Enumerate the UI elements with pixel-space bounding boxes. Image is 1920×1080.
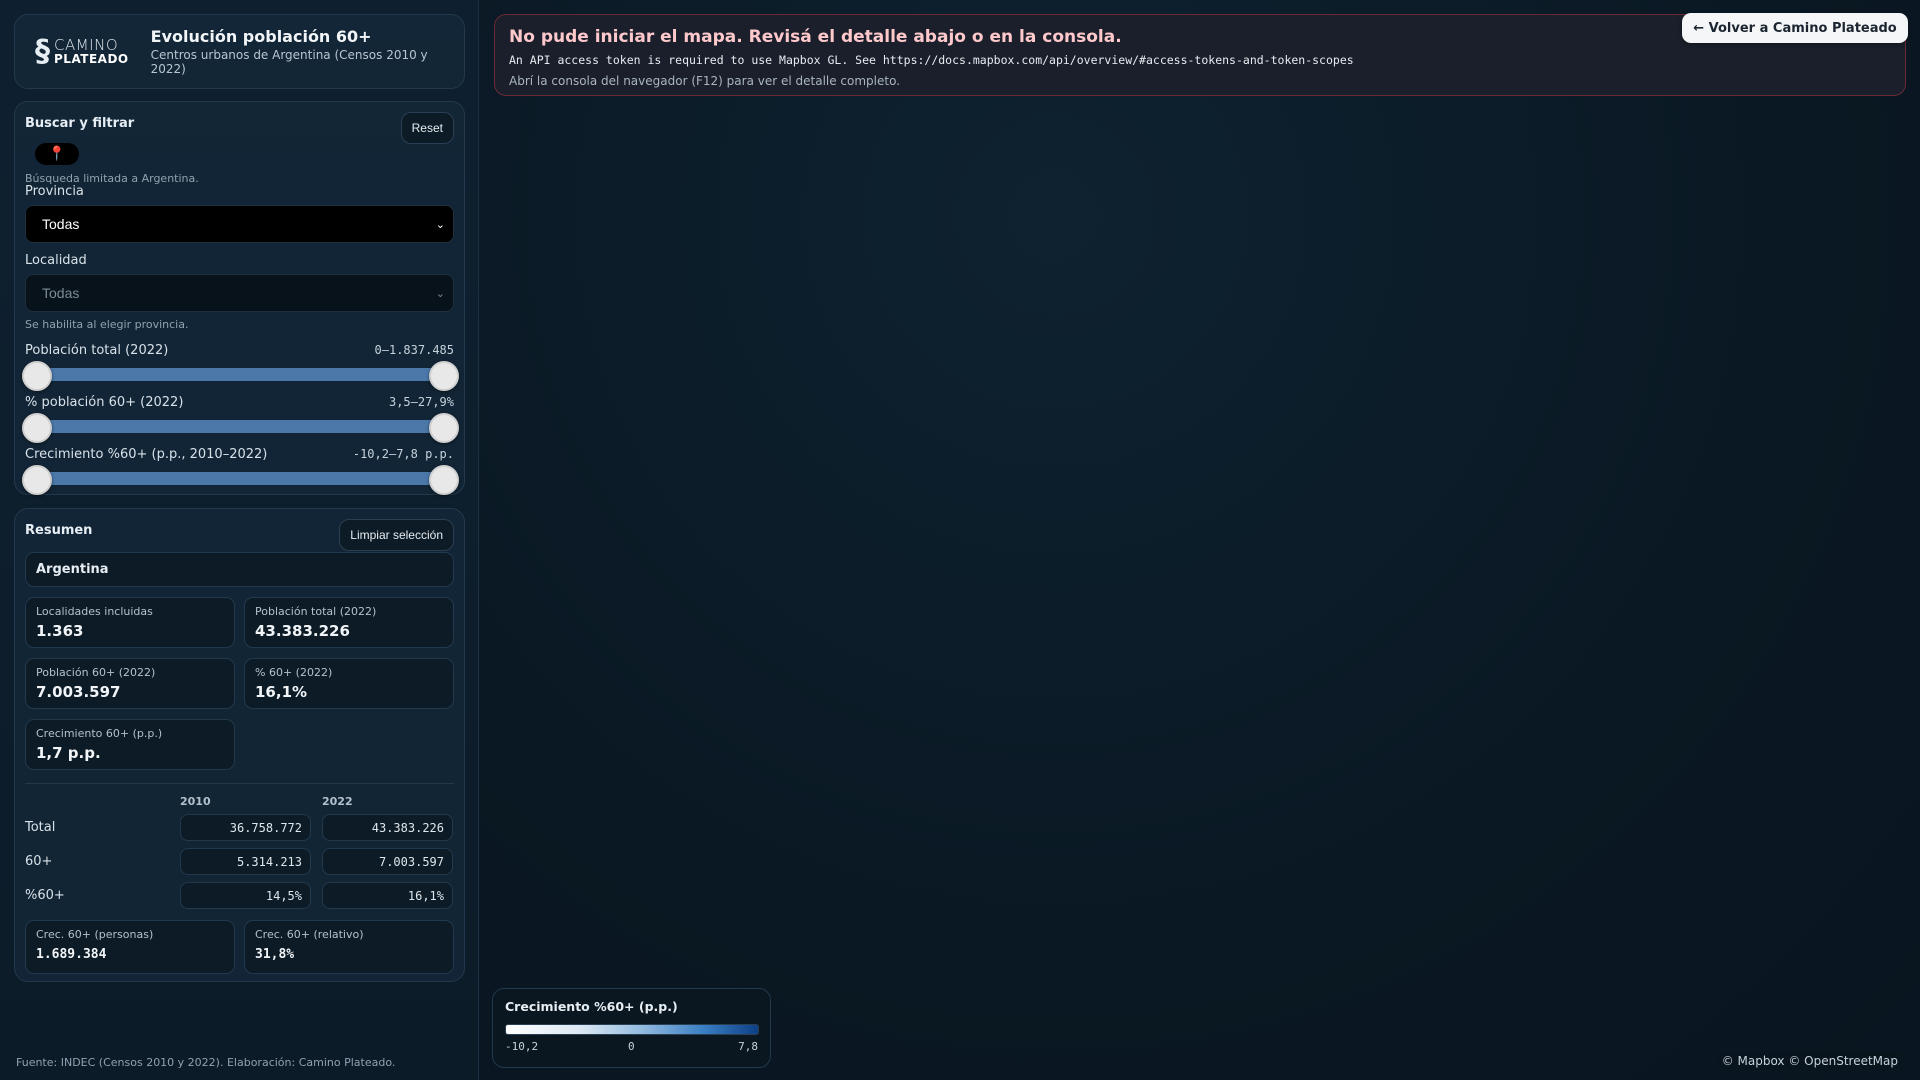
geocoder-search[interactable]: 📍 <box>35 143 79 165</box>
legend-title: Crecimiento %60+ (p.p.) <box>505 999 678 1014</box>
range-label: % población 60+ (2022) <box>25 395 184 410</box>
provincia-select[interactable]: Todas ⌄ <box>25 205 454 243</box>
stat-poblacion-total: Población total (2022) 43.383.226 <box>244 597 454 648</box>
range-value: 0–1.837.485 <box>374 343 454 357</box>
summary-card: Resumen Limpiar selección Argentina Loca… <box>14 508 465 982</box>
legend-mid: 0 <box>628 1040 635 1053</box>
slider-max-handle[interactable] <box>429 361 459 391</box>
slider-max-handle[interactable] <box>429 465 459 495</box>
table-cell: 5.314.213 <box>180 848 311 875</box>
header-card: § CAMINO PLATEADO Evolución población 60… <box>14 14 465 89</box>
crecimiento-slider[interactable] <box>22 465 459 495</box>
stat-porcentaje-60: % 60+ (2022) 16,1% <box>244 658 454 709</box>
range-label: Crecimiento %60+ (p.p., 2010–2022) <box>25 447 268 462</box>
legend-max: 7,8 <box>738 1040 758 1053</box>
filters-card: Buscar y filtrar Reset 📍 Búsqueda limita… <box>14 101 465 495</box>
range-label: Población total (2022) <box>25 343 169 358</box>
page-subtitle: Centros urbanos de Argentina (Censos 201… <box>150 47 428 76</box>
localidad-label: Localidad <box>25 253 87 268</box>
porcentaje-slider[interactable] <box>22 413 459 443</box>
map-pin-icon: 📍 <box>48 146 66 162</box>
selected-region: Argentina <box>25 552 454 587</box>
stat-poblacion-60: Población 60+ (2022) 7.003.597 <box>25 658 235 709</box>
row-label: %60+ <box>25 888 65 903</box>
localidad-select[interactable]: Todas ⌄ <box>25 274 454 312</box>
camino-plateado-logo[interactable]: § CAMINO PLATEADO <box>35 33 129 69</box>
map-attribution[interactable]: © Mapbox © OpenStreetMap <box>1717 1052 1902 1070</box>
range-value: 3,5–27,9% <box>388 395 454 409</box>
provincia-label: Provincia <box>25 184 84 199</box>
range-poblacion: Población total (2022) 0–1.837.485 <box>25 343 454 363</box>
slider-min-handle[interactable] <box>22 413 52 443</box>
error-message: An API access token is required to use M… <box>509 53 1354 67</box>
row-label: Total <box>25 820 56 835</box>
stat-crecimiento: Crecimiento 60+ (p.p.) 1,7 p.p. <box>25 719 235 770</box>
slider-min-handle[interactable] <box>22 361 52 391</box>
error-hint: Abrí la consola del navegador (F12) para… <box>509 74 901 88</box>
chevron-down-icon: ⌄ <box>435 218 445 231</box>
summary-title: Resumen <box>25 523 93 538</box>
localidad-note: Se habilita al elegir provincia. <box>25 318 189 331</box>
poblacion-slider[interactable] <box>22 361 459 391</box>
page-title: Evolución población 60+ <box>150 26 372 46</box>
row-label: 60+ <box>25 854 53 869</box>
divider <box>25 783 454 784</box>
table-cell: 16,1% <box>322 882 453 909</box>
stat-localidades: Localidades incluidas 1.363 <box>25 597 235 648</box>
map-legend: Crecimiento %60+ (p.p.) -10,2 0 7,8 <box>492 988 771 1068</box>
slider-min-handle[interactable] <box>22 465 52 495</box>
back-to-camino-plateado-button[interactable]: ← Volver a Camino Plateado <box>1682 13 1908 43</box>
range-crecimiento: Crecimiento %60+ (p.p., 2010–2022) -10,2… <box>25 447 454 467</box>
sidebar: § CAMINO PLATEADO Evolución población 60… <box>0 0 479 1080</box>
stat-crec-personas: Crec. 60+ (personas) 1.689.384 <box>25 920 235 974</box>
range-value: -10,2–7,8 p.p. <box>352 447 454 461</box>
legend-min: -10,2 <box>505 1040 539 1053</box>
col-header-2022: 2022 <box>322 795 353 808</box>
range-porcentaje: % población 60+ (2022) 3,5–27,9% <box>25 395 454 415</box>
slider-max-handle[interactable] <box>429 413 459 443</box>
map-container[interactable] <box>479 0 1920 1080</box>
logo-line2: PLATEADO <box>54 52 129 66</box>
table-cell: 14,5% <box>180 882 311 909</box>
chevron-down-icon: ⌄ <box>435 287 445 300</box>
legend-color-ramp <box>505 1024 759 1035</box>
source-footer: Fuente: INDEC (Censos 2010 y 2022). Elab… <box>16 1056 396 1069</box>
stat-crec-relativo: Crec. 60+ (relativo) 31,8% <box>244 920 454 974</box>
table-cell: 7.003.597 <box>322 848 453 875</box>
logo-s-icon: § <box>35 33 50 69</box>
col-header-2010: 2010 <box>180 795 211 808</box>
reset-button[interactable]: Reset <box>400 112 454 144</box>
table-cell: 43.383.226 <box>322 814 453 841</box>
table-cell: 36.758.772 <box>180 814 311 841</box>
logo-line1: CAMINO <box>54 36 119 54</box>
filters-title: Buscar y filtrar <box>25 116 135 131</box>
clear-selection-button[interactable]: Limpiar selección <box>339 519 454 551</box>
